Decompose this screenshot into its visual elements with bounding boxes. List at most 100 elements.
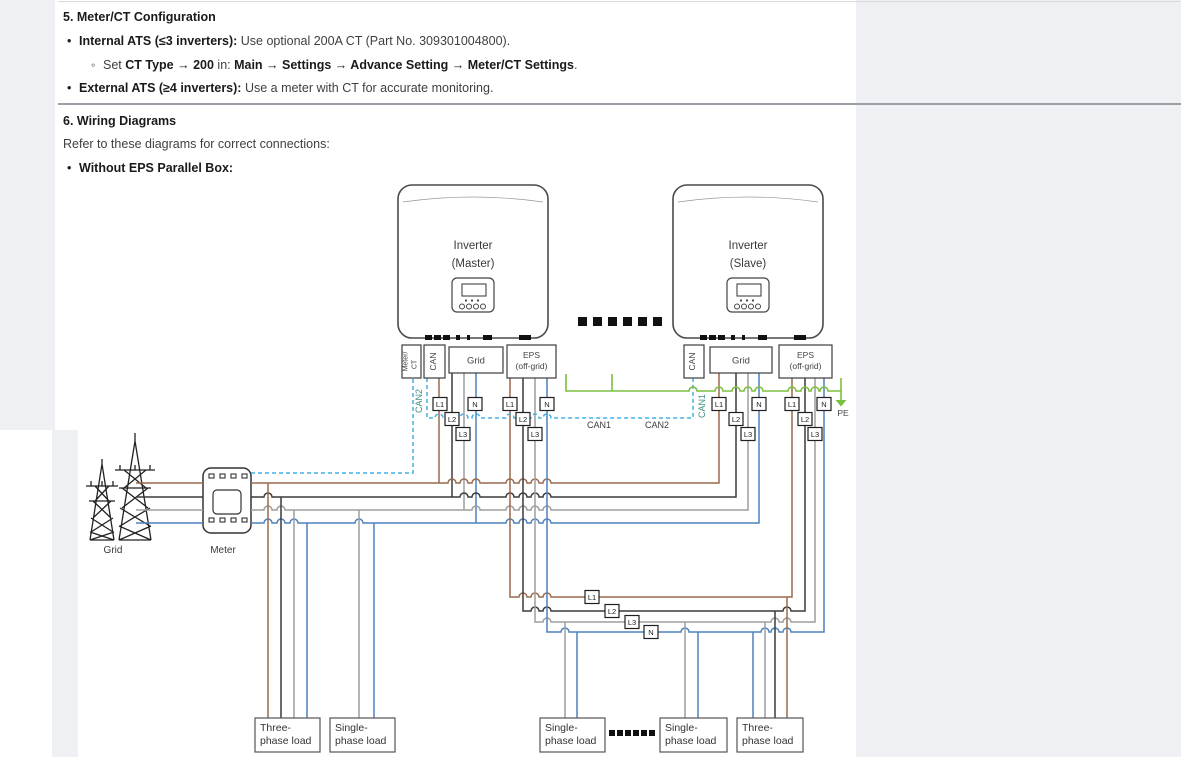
wire-label-n: N [544, 400, 549, 409]
bullet-icon: • [67, 161, 79, 175]
load-three-phase-2: Three- phase load [737, 718, 803, 752]
load-label: phase load [545, 735, 597, 747]
wire-label-n: N [472, 400, 477, 409]
wire-label-n: N [821, 400, 826, 409]
inverter-slave-label-1: Inverter [729, 240, 768, 252]
gland-mark [794, 335, 806, 340]
port-meter-ct-label-2: CT [412, 359, 419, 369]
port-grid-master-label: Grid [467, 356, 485, 367]
port-meter-ct: Meter/ CT [402, 345, 421, 378]
port-eps-master: EPS (off-grid) [507, 345, 556, 378]
wire-label-n: N [648, 628, 653, 637]
wire-label-l1: L1 [436, 400, 444, 409]
wire-label-l2: L2 [448, 415, 456, 424]
wire-label-l3: L3 [811, 430, 819, 439]
inverter-master: Inverter (Master) [398, 185, 548, 338]
load-single-phase-1: Single- phase load [330, 718, 395, 752]
ellipsis-square [638, 317, 647, 326]
section6-intro: Refer to these diagrams for correct conn… [63, 137, 330, 151]
gland-mark [700, 335, 707, 340]
ellipsis-square [608, 317, 617, 326]
load-label: phase load [335, 735, 387, 747]
ellipsis-square [609, 730, 615, 736]
display-panel-icon [727, 278, 769, 312]
gland-mark [519, 335, 531, 340]
ellipsis-square [617, 730, 623, 736]
bullet-without-eps-box: •Without EPS Parallel Box: [67, 161, 233, 175]
gland-mark [709, 335, 716, 340]
right-margin-panel [856, 0, 1181, 757]
port-can-master: CAN [424, 345, 445, 378]
document-page: 5. Meter/CT Configuration •Internal ATS … [0, 0, 1181, 757]
bullet-external-ats: •External ATS (≥4 inverters): Use a mete… [67, 81, 493, 95]
port-can-slave: CAN [684, 345, 704, 378]
wire-label-l3: L3 [744, 430, 752, 439]
wire-label-l3: L3 [531, 430, 539, 439]
ellipsis-square [649, 730, 655, 736]
top-divider [58, 1, 1181, 2]
gland-mark [758, 335, 767, 340]
wire-label-l1: L1 [715, 400, 723, 409]
load-label: Single- [665, 722, 698, 734]
load-label: Three- [742, 722, 773, 734]
load-three-phase-1: Three- phase load [255, 718, 320, 752]
section-divider [58, 103, 1181, 105]
wire-label-l3: L3 [628, 618, 636, 627]
port-meter-ct-label-1: Meter/ [403, 352, 410, 372]
meter-caption: Meter [210, 545, 236, 556]
can1-bus-label: CAN1 [587, 420, 611, 430]
inverter-master-label-2: (Master) [452, 258, 495, 270]
port-grid-slave-label: Grid [732, 356, 750, 367]
ellipsis-square [625, 730, 631, 736]
wire-label-l2: L2 [519, 415, 527, 424]
wiring-diagram: L1L2L3NL1L2L3NL1L2L3NL1L2L3NL1L2L3N Inve… [78, 177, 856, 757]
grid-caption: Grid [104, 545, 123, 556]
wire-label-l2: L2 [801, 415, 809, 424]
bullet-icon: • [67, 34, 79, 48]
gland-mark [742, 335, 745, 340]
port-eps-slave: EPS (off-grid) [779, 345, 832, 378]
gland-mark [434, 335, 441, 340]
ellipsis-square [633, 730, 639, 736]
wire-label-l2: L2 [732, 415, 740, 424]
port-grid-master: Grid [449, 347, 503, 373]
bullet-icon: • [67, 81, 79, 95]
sub-bullet-ct-type: ◦Set CT Type → 200 in: Main → Settings →… [91, 58, 577, 72]
left-margin-strip [52, 430, 79, 757]
meter-icon [203, 468, 251, 533]
circle-bullet-icon: ◦ [91, 58, 103, 72]
load-label: phase load [742, 735, 794, 747]
gland-mark [456, 335, 460, 340]
wire-label-n: N [756, 400, 761, 409]
load-label: Single- [545, 722, 578, 734]
left-margin-panel [0, 0, 55, 430]
gland-mark [718, 335, 725, 340]
port-eps-slave-label-2: (off-grid) [790, 361, 822, 371]
bullet-internal-ats: •Internal ATS (≤3 inverters): Use option… [67, 34, 510, 48]
can1-port-label: CAN1 [697, 394, 707, 418]
gland-mark [467, 335, 470, 340]
load-label: phase load [665, 735, 717, 747]
can2-port-label: CAN2 [414, 389, 424, 413]
port-can-slave-label: CAN [687, 353, 697, 371]
ellipsis-square [593, 317, 602, 326]
section6-heading: 6. Wiring Diagrams [63, 114, 176, 128]
gland-mark [731, 335, 735, 340]
port-grid-slave: Grid [710, 347, 772, 373]
gland-mark [443, 335, 450, 340]
ellipsis-square [641, 730, 647, 736]
inverter-slave-label-2: (Slave) [730, 258, 767, 270]
port-eps-master-label-2: (off-grid) [516, 361, 548, 371]
display-panel-icon [452, 278, 494, 312]
ellipsis-square [578, 317, 587, 326]
gland-mark [483, 335, 492, 340]
can2-bus-label: CAN2 [645, 420, 669, 430]
inverter-slave: Inverter (Slave) [673, 185, 823, 338]
section5-heading: 5. Meter/CT Configuration [63, 10, 216, 24]
ellipsis-square [623, 317, 632, 326]
wire-label-l1: L1 [588, 593, 596, 602]
port-eps-slave-label-1: EPS [797, 350, 814, 360]
load-label: phase load [260, 735, 312, 747]
ellipsis-square [653, 317, 662, 326]
pe-label: PE [837, 408, 849, 418]
